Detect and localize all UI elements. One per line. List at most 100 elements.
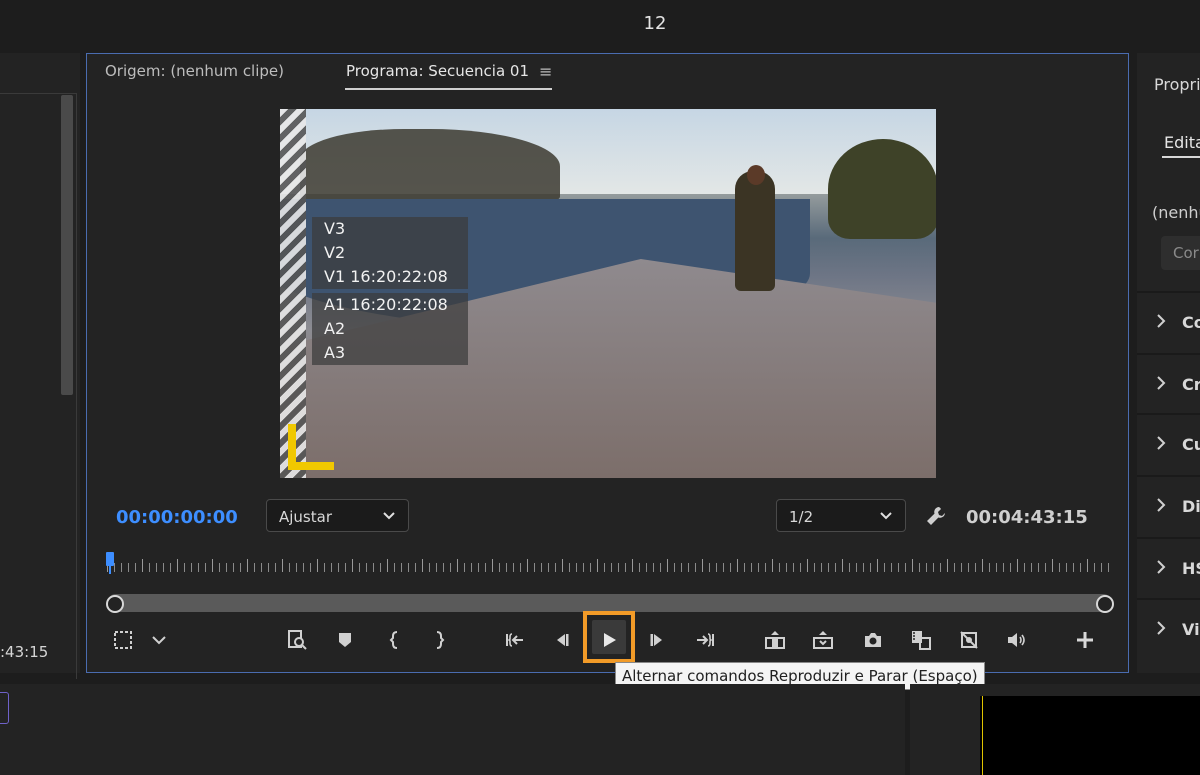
- ruler-major-tick: [702, 559, 703, 572]
- playback-resolution-value: 1/2: [789, 508, 814, 526]
- project-panel-scrollbar[interactable]: [61, 95, 73, 395]
- ruler-major-tick: [457, 559, 458, 572]
- ruler-major-tick: [247, 559, 248, 572]
- step-forward-icon[interactable]: [643, 627, 671, 653]
- time-ruler[interactable]: [107, 559, 1111, 575]
- go-to-out-icon[interactable]: [691, 627, 719, 653]
- ruler-major-tick: [142, 559, 143, 572]
- ruler-major-tick: [177, 559, 178, 572]
- section-label: Dis: [1182, 497, 1200, 516]
- overlay-track-v2: V2: [312, 241, 468, 265]
- video-skater-head: [747, 165, 765, 185]
- track-timecode-overlay: V3 V2 V1 16:20:22:08 A1 16:20:22:08 A2 A…: [312, 217, 468, 365]
- properties-panel-title[interactable]: Propri: [1154, 75, 1200, 94]
- chevron-right-icon: [1157, 436, 1166, 450]
- tab-program-label: Programa: Secuencia 01: [346, 62, 530, 80]
- toggle-proxies-icon: [960, 631, 978, 649]
- audio-volume-icon[interactable]: [1002, 627, 1030, 653]
- program-monitor: Origem: (nenhum clipe) Programa: Secuenc…: [86, 53, 1129, 673]
- panel-menu-icon[interactable]: ≡: [539, 62, 552, 81]
- project-panel-timecode: :43:15: [0, 643, 49, 661]
- ruler-major-tick: [842, 559, 843, 572]
- section-label: Vir: [1182, 620, 1200, 639]
- section-row[interactable]: Co: [1137, 291, 1200, 353]
- playhead-line: [109, 564, 111, 574]
- window-title: 12: [643, 13, 667, 34]
- ruler-major-tick: [387, 559, 388, 572]
- play-button-highlight: [583, 611, 635, 663]
- add-marker-icon: [339, 633, 351, 647]
- marker-selection-icon[interactable]: [109, 627, 137, 653]
- title-bar: 12: [0, 0, 1200, 50]
- speaker-icon: [1008, 633, 1025, 647]
- go-to-in-icon[interactable]: [501, 627, 529, 653]
- section-row[interactable]: Dis: [1137, 475, 1200, 537]
- section-row[interactable]: HS: [1137, 537, 1200, 599]
- overlay-track-a3: A3: [312, 341, 468, 365]
- ruler-major-tick: [877, 559, 878, 572]
- lift-icon: [765, 631, 785, 649]
- toggle-proxies-icon[interactable]: [955, 627, 983, 653]
- project-panel: :43:15: [0, 53, 80, 679]
- mark-out-icon[interactable]: [425, 627, 453, 653]
- no-clip-label: (nenhu: [1152, 203, 1200, 222]
- ruler-major-tick: [282, 559, 283, 572]
- step-back-icon[interactable]: [548, 627, 576, 653]
- plus-icon: [1077, 632, 1093, 648]
- playback-resolution-select[interactable]: 1/2: [776, 499, 906, 532]
- export-frame-icon[interactable]: [859, 627, 887, 653]
- ruler-major-tick: [772, 559, 773, 572]
- add-marker-icon[interactable]: [331, 627, 359, 653]
- section-row[interactable]: Cri: [1137, 353, 1200, 415]
- video-skater: [735, 171, 775, 291]
- section-row[interactable]: Vir: [1137, 598, 1200, 660]
- current-timecode[interactable]: 00:00:00:00: [116, 507, 238, 528]
- ruler-major-tick: [1052, 559, 1053, 572]
- video-trees: [300, 129, 560, 204]
- chevron-down-icon: [880, 512, 892, 520]
- marker-selection-icon: [114, 631, 132, 649]
- timeline-track-tag[interactable]: [0, 692, 9, 724]
- tab-edit[interactable]: Edita: [1164, 133, 1200, 152]
- chevron-down-icon[interactable]: [145, 627, 173, 653]
- zoom-fit-icon[interactable]: [283, 627, 311, 653]
- secondary-monitor-panel: [910, 684, 1200, 775]
- duration-timecode: 00:04:43:15: [966, 507, 1088, 528]
- chevron-right-icon: [1157, 314, 1166, 328]
- video-preview[interactable]: V3 V2 V1 16:20:22:08 A1 16:20:22:08 A2 A…: [280, 109, 936, 478]
- zoom-level-select[interactable]: Ajustar: [266, 499, 409, 532]
- overlay-track-a1: A1 16:20:22:08: [312, 293, 468, 317]
- zoom-fit-icon: [288, 630, 307, 650]
- section-row[interactable]: Cu: [1137, 413, 1200, 475]
- tab-source-monitor[interactable]: Origem: (nenhum clipe): [105, 62, 284, 80]
- film-strip-icon: [912, 631, 931, 650]
- step-forward-icon: [650, 634, 662, 646]
- zoom-scroll-bar[interactable]: [107, 594, 1112, 612]
- video-tree-right: [828, 139, 936, 239]
- chevron-right-icon: [1157, 560, 1166, 574]
- ruler-major-tick: [632, 559, 633, 572]
- ruler-major-tick: [212, 559, 213, 572]
- properties-button[interactable]: Cor: [1161, 236, 1200, 270]
- properties-panel: Propri Edita (nenhu Cor Co Cri Cu Dis HS…: [1137, 53, 1200, 673]
- ruler-major-tick: [807, 559, 808, 572]
- tab-program-monitor[interactable]: Programa: Secuencia 01: [345, 62, 552, 90]
- section-label: HS: [1182, 559, 1200, 578]
- chevron-right-icon: [1157, 498, 1166, 512]
- ruler-major-tick: [947, 559, 948, 572]
- section-label: Cri: [1182, 375, 1200, 394]
- add-button-icon[interactable]: [1071, 627, 1099, 653]
- extract-icon[interactable]: [809, 627, 837, 653]
- chevron-down-icon: [152, 636, 166, 645]
- zoom-handle-right[interactable]: [1096, 595, 1114, 613]
- overlay-track-a2: A2: [312, 317, 468, 341]
- wrench-icon[interactable]: [924, 504, 948, 528]
- ruler-major-tick: [1087, 559, 1088, 572]
- camera-icon: [865, 633, 881, 647]
- zoom-handle-left[interactable]: [106, 595, 124, 613]
- mark-in-icon[interactable]: [381, 627, 409, 653]
- mark-in-icon: [389, 631, 398, 649]
- comparison-view-icon[interactable]: [907, 627, 935, 653]
- lift-icon[interactable]: [761, 627, 789, 653]
- mark-out-icon: [436, 631, 445, 649]
